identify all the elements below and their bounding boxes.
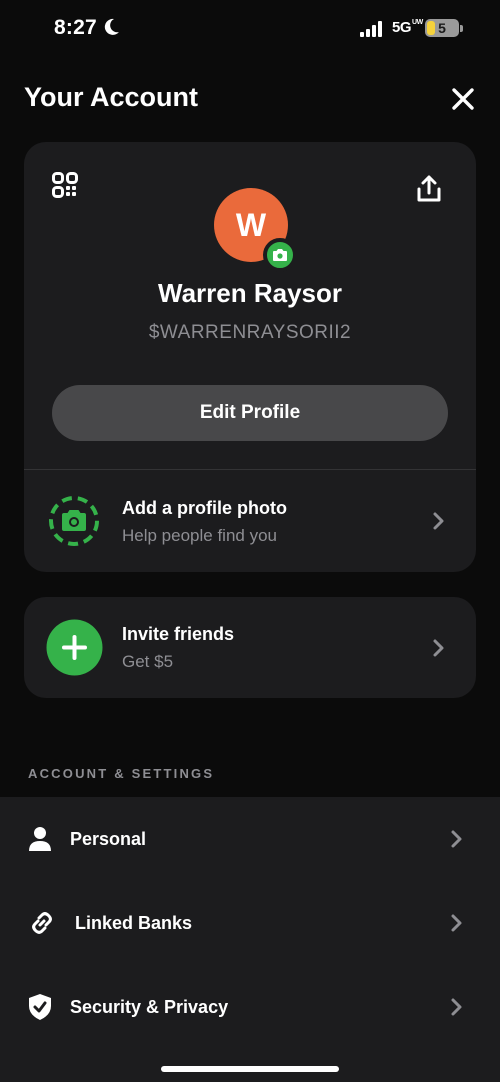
close-icon[interactable] <box>449 85 477 113</box>
settings-item-label: Personal <box>70 829 147 849</box>
settings-item-personal[interactable]: Personal <box>0 797 500 881</box>
settings-item-security-privacy[interactable]: Security & Privacy <box>0 965 500 1049</box>
qr-code-icon[interactable] <box>52 172 78 198</box>
battery-level: 5 <box>438 20 446 36</box>
chevron-right-icon <box>451 998 462 1016</box>
invite-card: Invite friends Get $5 <box>24 597 476 698</box>
settings-item-label: Security & Privacy <box>70 997 229 1017</box>
camera-dashed-icon <box>49 496 99 546</box>
chevron-right-icon <box>451 830 462 848</box>
settings-item-linked-banks[interactable]: Linked Banks <box>0 881 500 965</box>
status-bar: 8:27 5GUW 5 <box>0 0 500 60</box>
camera-icon <box>273 249 287 261</box>
cellular-signal-icon <box>360 21 382 37</box>
profile-name: Warren Raysor <box>158 278 342 308</box>
share-icon[interactable] <box>415 174 443 204</box>
invite-subtitle: Get $5 <box>122 652 174 671</box>
network-sub-label: UW <box>412 19 423 26</box>
settings-item-label: Linked Banks <box>75 913 193 933</box>
network-type: 5GUW <box>392 19 423 36</box>
shield-check-icon <box>29 994 51 1020</box>
profile-card: W Warren Raysor $WARRENRAYSORII2 Edit Pr… <box>24 142 476 572</box>
edit-profile-button[interactable]: Edit Profile <box>52 385 448 441</box>
home-indicator <box>161 1066 339 1072</box>
plus-icon <box>46 619 103 676</box>
photo-prompt-subtitle: Help people find you <box>122 526 278 545</box>
photo-prompt-title: Add a profile photo <box>122 498 287 518</box>
chevron-right-icon <box>433 639 444 657</box>
avatar-camera-button[interactable] <box>263 238 297 272</box>
profile-cashtag: $WARRENRAYSORII2 <box>148 322 352 343</box>
moon-icon <box>104 18 119 35</box>
link-icon <box>32 912 52 934</box>
page-title: Your Account <box>24 82 198 112</box>
section-header-account-settings: ACCOUNT & SETTINGS <box>28 766 215 781</box>
settings-list: Personal Linked Banks Security & Privacy <box>0 797 500 1082</box>
invite-title: Invite friends <box>122 624 235 644</box>
invite-friends-row[interactable]: Invite friends Get $5 <box>24 597 476 698</box>
person-icon <box>29 827 51 851</box>
battery-icon: 5 <box>425 19 459 37</box>
status-time: 8:27 <box>54 16 97 39</box>
network-label: 5G <box>392 19 412 36</box>
chevron-right-icon <box>433 512 444 530</box>
add-profile-photo-row[interactable]: Add a profile photo Help people find you <box>24 470 476 572</box>
chevron-right-icon <box>451 914 462 932</box>
battery-tip <box>460 25 463 32</box>
